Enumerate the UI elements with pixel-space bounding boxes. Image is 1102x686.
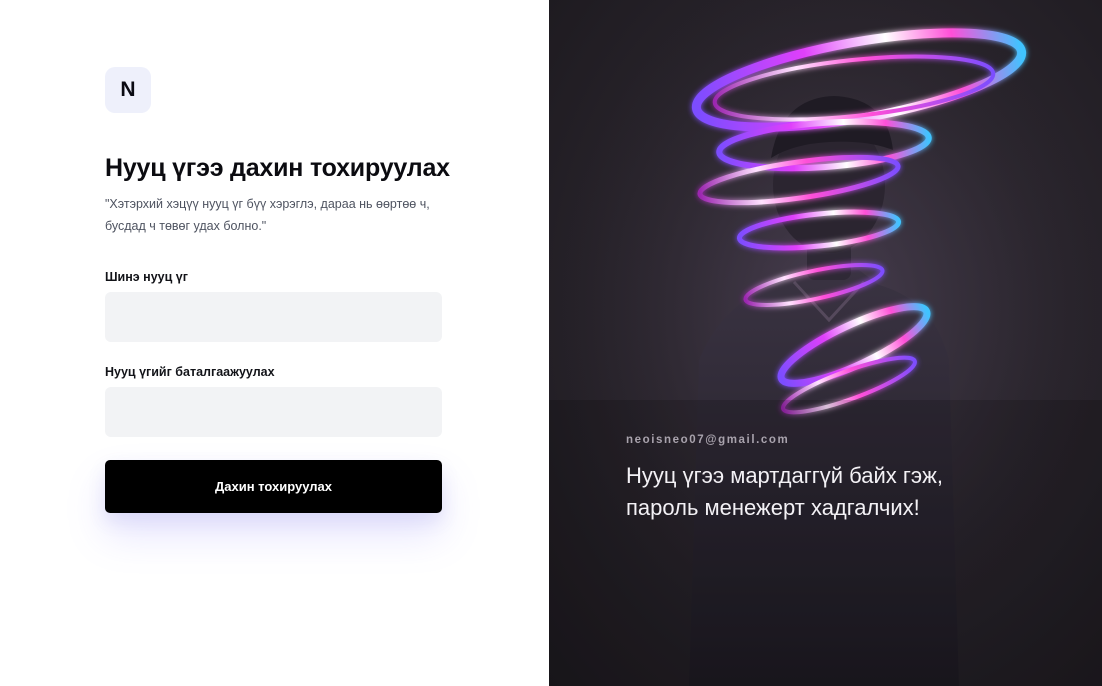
confirm-password-input[interactable] xyxy=(105,387,442,437)
reset-password-button[interactable]: Дахин тохируулах xyxy=(105,460,442,513)
new-password-input[interactable] xyxy=(105,292,442,342)
hero-email: neoisneo07@gmail.com xyxy=(626,434,790,446)
page-title: Нууц үгээ дахин тохируулах xyxy=(105,154,450,182)
confirm-password-label: Нууц үгийг баталгаажуулах xyxy=(105,365,275,379)
person-with-neon-swirl-illustration xyxy=(549,0,1102,686)
hero-panel: neoisneo07@gmail.com Нууц үгээ мартдаггү… xyxy=(549,0,1102,686)
page-subtitle: "Хэтэрхий хэцүү нууц үг бүү хэрэглэ, дар… xyxy=(105,197,430,233)
brand-logo: N xyxy=(105,67,151,113)
reset-form-panel: N Нууц үгээ дахин тохируулах "Хэтэрхий х… xyxy=(0,0,549,686)
new-password-label: Шинэ нууц үг xyxy=(105,270,188,284)
hero-quote: Нууц үгээ мартдаггүй байх гэж, пароль ме… xyxy=(626,463,943,520)
